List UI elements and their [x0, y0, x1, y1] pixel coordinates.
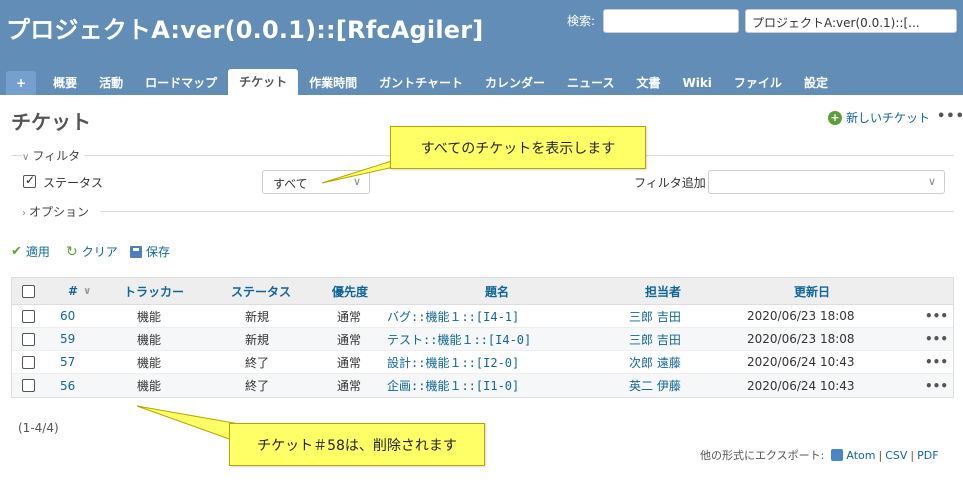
- callout-tails: [136, 159, 426, 441]
- bottom-callout: チケット＃58は、削除されます: [229, 423, 485, 466]
- top-callout: すべてのチケットを表示します: [390, 126, 646, 169]
